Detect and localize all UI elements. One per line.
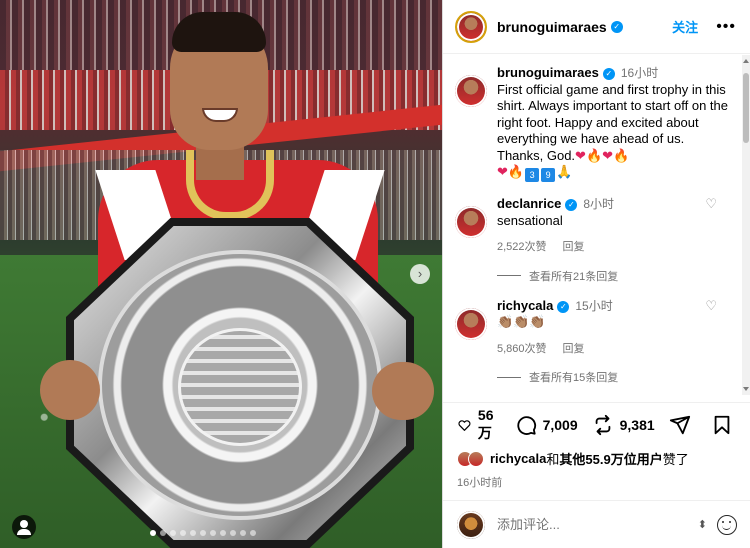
heart-icon[interactable]: ♡ (705, 298, 717, 315)
heart-emoji: ❤ (497, 164, 508, 179)
next-photo-button[interactable]: › (410, 264, 430, 284)
carousel-dot (160, 530, 166, 536)
liked-by-joiner: 和 (546, 452, 560, 467)
liked-by-user[interactable]: richycala (490, 451, 546, 466)
share-count: 9,381 (619, 417, 655, 433)
view-replies-button[interactable]: 查看所有21条回复 (497, 268, 743, 284)
caption-emoji-line-2: ❤🔥 3 9 🙏 (497, 164, 731, 182)
repost-button[interactable]: 9,381 (592, 414, 655, 436)
scroll-up-icon[interactable] (743, 59, 749, 63)
scrollbar-thumb[interactable] (743, 73, 749, 143)
heart-icon[interactable]: ♡ (705, 196, 717, 213)
post-actions: 56 万 7,009 9,381 richycala 和 其他55.9万位用户 … (443, 402, 750, 490)
carousel-dot (240, 530, 246, 536)
send-icon (669, 415, 690, 435)
trophy-center (178, 328, 302, 446)
carousel-dot (190, 530, 196, 536)
emoji-icon[interactable] (717, 514, 737, 535)
verified-icon: ✓ (565, 199, 578, 211)
heart-icon (458, 420, 471, 431)
player-hand-right (372, 362, 434, 420)
like-count: 56 万 (477, 407, 494, 441)
fire-emoji: 🔥 (613, 147, 630, 163)
emoji: 🙏 (556, 164, 573, 179)
comment-item: declanrice ✓ 8小时 ♡ sensational 2,522次赞 回复 (443, 182, 743, 256)
liked-by-suffix: 赞了 (662, 452, 689, 467)
medal-ribbon (186, 150, 274, 220)
comment-button[interactable]: 7,009 (515, 414, 578, 436)
carousel-dots (150, 530, 256, 536)
sort-icon[interactable]: ⬍ (698, 518, 707, 531)
author-avatar[interactable] (455, 10, 487, 43)
caption: brunoguimaraes ✓ 16小时 First official game … (443, 55, 743, 182)
carousel-dot (150, 530, 156, 536)
fire-emoji: 🔥 (585, 147, 603, 163)
comment-count: 7,009 (542, 417, 578, 433)
liked-by: richycala 和其他55.9万位用户 赞了 (457, 449, 737, 468)
caption-time[interactable]: 16小时 (621, 66, 658, 80)
carousel-dot (200, 530, 206, 536)
comment-icon (517, 416, 536, 435)
comment-likes[interactable]: 2,522次赞 (497, 239, 547, 256)
verified-icon: ✓ (610, 20, 623, 33)
comment-username[interactable]: richycala (497, 298, 553, 313)
player-hair (172, 12, 266, 52)
carousel-dot (220, 530, 226, 536)
like-button[interactable]: 56 万 (457, 407, 501, 443)
viewer-avatar (457, 510, 485, 539)
comment-composer: ⬍ (443, 500, 750, 548)
verified-icon: ✓ (602, 68, 615, 80)
view-replies-button[interactable]: 查看所有15条回复 (497, 369, 743, 385)
keycap-emoji: 9 (541, 168, 556, 182)
comment-item: richycala ✓ 15小时 ♡ 👏🏽👏🏽👏🏽 5,860次赞 回复 (443, 284, 743, 358)
reply-button[interactable]: 回复 (563, 239, 585, 256)
post-header: brunoguimaraes ✓ 关注 ••• (443, 0, 750, 54)
caption-avatar[interactable] (455, 75, 487, 107)
comment-likes[interactable]: 5,860次赞 (497, 341, 547, 358)
follow-button[interactable]: 关注 (672, 17, 698, 36)
post-photo[interactable]: › (0, 0, 442, 548)
scroll-down-icon[interactable] (743, 387, 749, 391)
heart-emoji: ❤ (602, 147, 614, 163)
carousel-dot (180, 530, 186, 536)
more-options-icon[interactable]: ••• (716, 18, 736, 36)
reply-button[interactable]: 回复 (563, 341, 585, 358)
carousel-dot (230, 530, 236, 536)
send-button[interactable] (669, 414, 697, 436)
verified-icon: ✓ (557, 300, 570, 313)
share-icon (595, 414, 610, 436)
comment-username[interactable]: declanrice (497, 196, 561, 211)
comment-text: sensational (497, 212, 563, 228)
post-timestamp[interactable]: 16小时前 (457, 474, 737, 490)
carousel-dot (170, 530, 176, 536)
post-side-panel: brunoguimaraes ✓ 关注 ••• brunoguimaraes ✓ 1… (442, 0, 750, 548)
author-username[interactable]: brunoguimaraes (497, 19, 607, 35)
carousel-dot (210, 530, 216, 536)
comment-avatar[interactable] (455, 206, 487, 238)
instagram-post-view: › brunoguimaraes ✓ 关注 ••• brunoguimaraes… (0, 0, 750, 548)
caption-emoji-line-1: ❤🔥❤🔥 (575, 148, 629, 163)
player-hand-left (40, 360, 100, 420)
save-button[interactable] (711, 414, 739, 436)
comments-scroll-area[interactable]: brunoguimaraes ✓ 16小时 First official game … (443, 55, 743, 395)
caption-username[interactable]: brunoguimaraes (497, 65, 599, 80)
carousel-dot (250, 530, 256, 536)
liked-by-others[interactable]: 其他55.9万位用户 (559, 449, 662, 468)
keycap-emoji: 3 (525, 168, 540, 182)
comment-avatar[interactable] (455, 307, 487, 340)
liker-avatar (468, 450, 484, 467)
comments-scrollbar[interactable] (742, 55, 750, 395)
comment-text: 👏🏽👏🏽👏🏽 (497, 314, 546, 329)
comment-input[interactable] (497, 517, 677, 532)
fire-emoji: 🔥 (507, 164, 525, 179)
user-tag-icon[interactable] (12, 515, 36, 539)
caption-text: First official game and first trophy in … (497, 81, 728, 163)
comment-time[interactable]: 8小时 (583, 197, 614, 211)
comment-time[interactable]: 15小时 (575, 299, 612, 313)
heart-emoji: ❤ (575, 147, 586, 163)
bookmark-icon (714, 415, 730, 435)
